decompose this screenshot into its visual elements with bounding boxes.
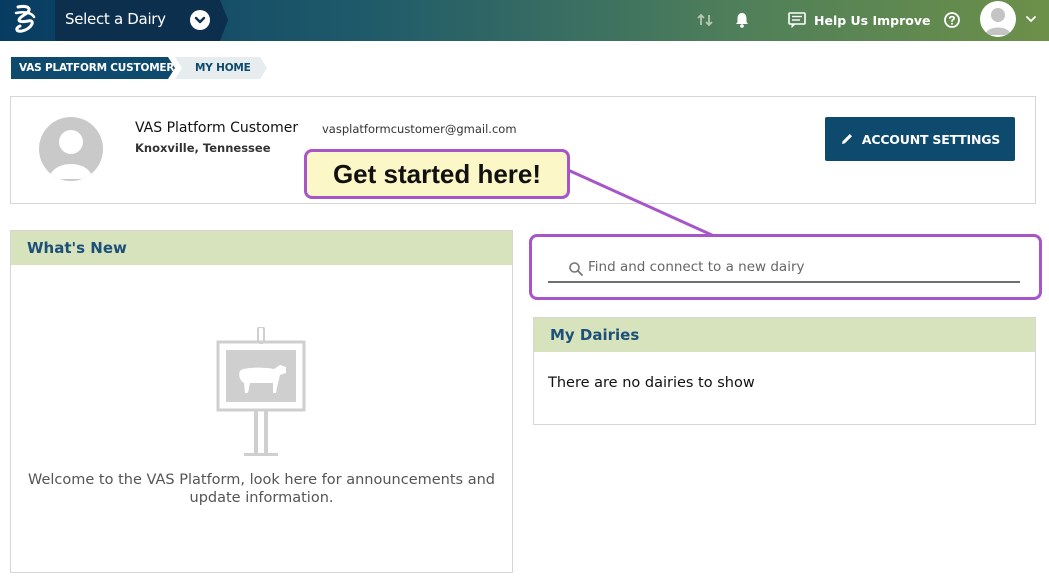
dairy-select-dropdown[interactable]: Select a Dairy — [55, 0, 228, 41]
callout-text: Get started here! — [332, 158, 542, 189]
profile-avatar — [39, 117, 103, 181]
profile-location: Knoxville, Tennessee — [135, 141, 271, 155]
dairy-select-label: Select a Dairy — [65, 10, 166, 28]
sync-icon[interactable] — [695, 10, 715, 30]
dairy-search-box — [529, 234, 1042, 300]
account-settings-button[interactable]: ACCOUNT SETTINGS — [825, 117, 1015, 161]
chevron-down-icon[interactable] — [1024, 12, 1038, 26]
top-navigation-bar: Select a Dairy Help Us Improve — [0, 0, 1049, 41]
whats-new-title: What's New — [11, 231, 512, 265]
help-icon[interactable] — [942, 10, 962, 30]
breadcrumb-item-customer[interactable]: VAS PLATFORM CUSTOMER — [11, 57, 175, 79]
breadcrumb-item-my-home[interactable]: MY HOME — [175, 57, 267, 79]
chevron-down-icon — [190, 10, 210, 30]
cow-sign-icon — [216, 327, 306, 456]
user-avatar[interactable] — [980, 1, 1016, 37]
pencil-icon — [841, 134, 852, 144]
feedback-icon — [788, 12, 806, 28]
bell-icon[interactable] — [732, 10, 752, 30]
my-dairies-panel: My Dairies There are no dairies to show — [533, 317, 1036, 425]
dairy-search-input[interactable] — [548, 253, 1020, 283]
profile-email: vasplatformcustomer@gmail.com — [322, 122, 517, 136]
help-us-improve-button[interactable]: Help Us Improve — [788, 9, 930, 31]
help-us-improve-label: Help Us Improve — [814, 12, 931, 28]
profile-name: VAS Platform Customer — [135, 120, 299, 136]
my-dairies-title: My Dairies — [534, 318, 1035, 352]
get-started-callout: Get started here! — [304, 149, 570, 199]
whats-new-message: Welcome to the VAS Platform, look here f… — [28, 472, 495, 506]
my-dairies-empty-message: There are no dairies to show — [548, 375, 755, 391]
whats-new-panel: What's New Welcome to the VAS Platform, … — [10, 230, 513, 573]
logo-icon[interactable] — [10, 3, 40, 37]
account-settings-label: ACCOUNT SETTINGS — [861, 131, 1001, 147]
